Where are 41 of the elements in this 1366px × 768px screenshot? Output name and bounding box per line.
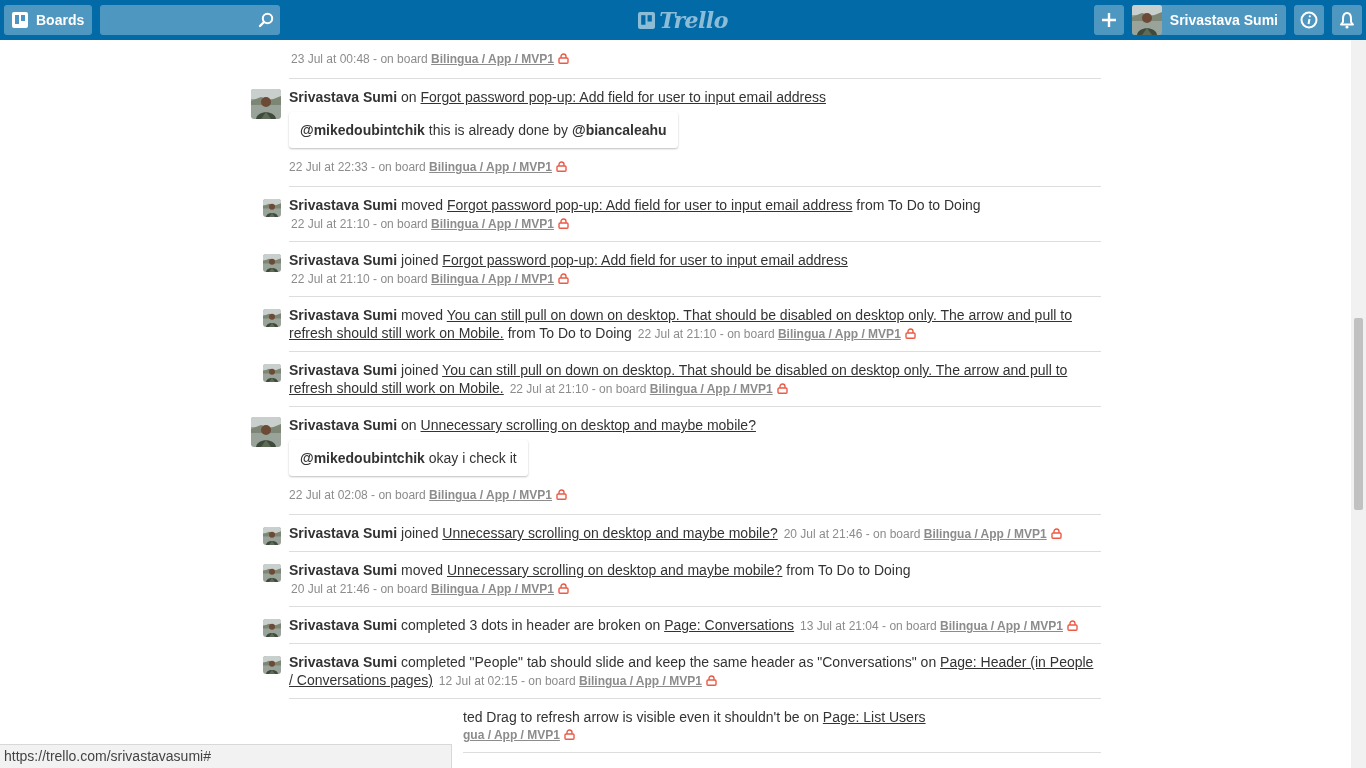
- activity-entry: Srivastava Sumi completed "People" tab should slide and keep the same header as "Conversations" on Page: Header (in People / Conversations pages) 12 Jul at 02:15 - on board Bilingua / App / MVP1: [289, 653, 1095, 690]
- action-text: on: [401, 417, 417, 433]
- board-icon: [638, 11, 656, 29]
- activity-entry: Srivastava Sumi completed 3 dots in header are broken on Page: Conversations 13 Jul at 21:04 - on board Bilingua / App / MVP1: [289, 616, 1101, 635]
- lock-icon: [556, 161, 567, 172]
- member-name[interactable]: Srivastava Sumi: [289, 417, 398, 433]
- plus-icon: [1100, 12, 1117, 28]
- timestamp: 22 Jul at 02:08 - on board: [289, 488, 427, 502]
- scrollbar[interactable]: [1351, 40, 1366, 768]
- search-icon: [258, 12, 275, 28]
- lock-icon: [558, 53, 569, 64]
- card-link[interactable]: Forgot password pop-up: Add field for user to input email address: [420, 89, 826, 105]
- timestamp: 23 Jul at 00:48 - on board: [291, 52, 429, 66]
- timestamp: 22 Jul at 22:33 - on board: [289, 160, 427, 174]
- boards-button[interactable]: Boards: [4, 5, 93, 35]
- action-text: on: [401, 89, 417, 105]
- activity-entry: Srivastava Sumi joined Unnecessary scrolling on desktop and maybe mobile? 20 Jul at 21:46 - on board Bilingua / App / MVP1: [289, 524, 1101, 543]
- board-link[interactable]: Bilingua / App / MVP1: [431, 52, 554, 66]
- activity-entry: Srivastava Sumi joined You can still pull on down on desktop. That should be disabled on desktop only. The arrow and pull to refresh should still work on Mobile. 22 Jul at 21:10 - on board Bilingua / App / MVP1: [289, 361, 1069, 398]
- activity-entry: Srivastava Sumi moved Unnecessary scrolling on desktop and maybe mobile? from To Do to Doing 20 Jul at 21:46 - on board Bilingua / App / MVP1: [289, 561, 912, 598]
- logo-text: Trello: [659, 7, 728, 33]
- board-link[interactable]: Bilingua / App / MVP1: [429, 160, 552, 174]
- activity-entry: ted Drag to refresh arrow is visible even it shouldn't be on Page: List Users gua / App / MVP1: [463, 708, 927, 744]
- board-link[interactable]: Bilingua / App / MVP1: [429, 488, 552, 502]
- info-button[interactable]: [1294, 5, 1324, 35]
- card-link[interactable]: Unnecessary scrolling on desktop and maybe mobile?: [420, 417, 756, 433]
- member-button[interactable]: Srivastava Sumi: [1131, 5, 1286, 35]
- notifications-button[interactable]: [1332, 5, 1362, 35]
- member-name[interactable]: Srivastava Sumi: [289, 89, 398, 105]
- bell-icon: [1339, 11, 1355, 29]
- lock-icon: [556, 489, 567, 500]
- board-icon: [12, 12, 28, 28]
- comment-bubble: @mikedoubintchik this is already done by @biancaleahu: [289, 112, 678, 148]
- activity-entry: Srivastava Sumi moved You can still pull on down on desktop. That should be disabled on desktop only. The arrow and pull to refresh should still work on Mobile. from To Do to Doing 22 Jul at 21:10 - on board Bilingua / App / MVP1: [289, 306, 1073, 343]
- info-icon: [1300, 11, 1318, 29]
- status-url: https://trello.com/srivastavasumi#: [0, 744, 452, 768]
- comment-bubble: @mikedoubintchik okay i check it: [289, 440, 528, 476]
- search-field[interactable]: [100, 5, 281, 35]
- activity-entry: Srivastava Sumi joined Forgot password pop-up: Add field for user to input email address 22 Jul at 21:10 - on board Bilingua / App / MVP1: [289, 251, 849, 288]
- add-button[interactable]: [1093, 5, 1124, 35]
- activity-entry: Srivastava Sumi moved Forgot password pop-up: Add field for user to input email address from To Do to Doing 22 Jul at 21:10 - on board Bilingua / App / MVP1: [289, 196, 982, 233]
